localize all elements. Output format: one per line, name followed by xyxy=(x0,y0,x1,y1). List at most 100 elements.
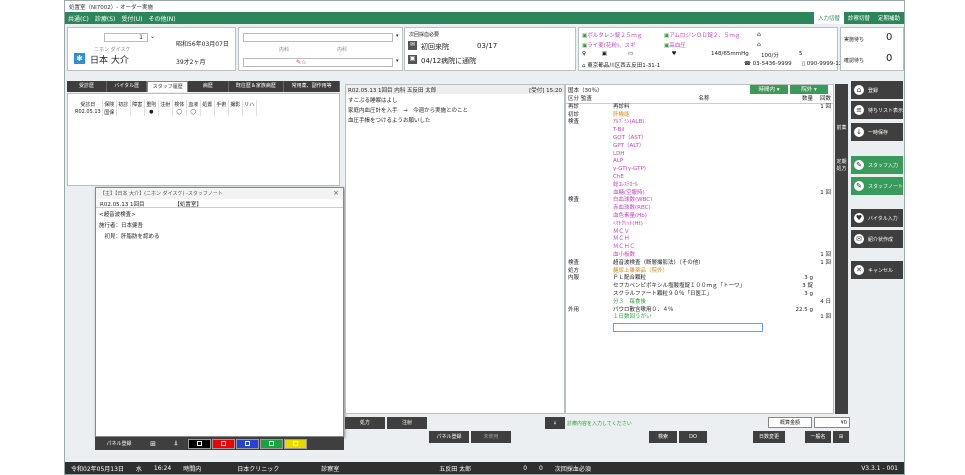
staff-note-titlebar: 【主】【日本 大介】(ニホン ダイスケ) -スタッフノート × xyxy=(96,188,343,199)
patient-kana: ニホン ダイスケ xyxy=(94,47,131,53)
table-row[interactable]: 血小板数 1 回 xyxy=(566,252,833,260)
order-input[interactable] xyxy=(613,323,763,333)
table-row[interactable]: 血色素量(Hb) xyxy=(566,213,833,221)
tab-staff-history[interactable]: スタッフ履歴 xyxy=(147,81,189,92)
patient-dob: 昭和56年03月07日 xyxy=(176,41,229,48)
karte-panel-register-button[interactable]: パネル登録 xyxy=(429,431,469,443)
table-row[interactable]: ﾍﾏﾄｸﾘｯﾄ(Ht) xyxy=(566,221,833,229)
table-row[interactable]: セフカペンピボキシル塩酸塩錠１００ｍｇ「トーワ」 3 錠 xyxy=(566,283,833,291)
table-row[interactable]: 外用 パウロ散含嗽用０．４％ 22.5 g xyxy=(566,307,833,315)
previous-meds-button[interactable]: 前薬 xyxy=(835,124,848,131)
do-button[interactable]: DO xyxy=(679,431,707,443)
chevron-down-icon[interactable]: ▾ xyxy=(396,58,399,64)
color-black-button[interactable] xyxy=(188,438,211,449)
staff-input-button[interactable]: ✎ スタッフ入力 xyxy=(851,156,903,174)
grid-icon[interactable]: ⊞ xyxy=(142,440,164,448)
support-button[interactable]: 定期補助 xyxy=(874,12,904,24)
table-row[interactable]: 総ｺﾚｽﾃﾛｰﾙ xyxy=(566,182,833,190)
vital-input-button[interactable]: ♥ バイタル入力 xyxy=(851,209,903,227)
table-row[interactable]: γ-GT(γ-GTP) xyxy=(566,166,833,174)
menu-exam[interactable]: 診療(S) xyxy=(95,14,116,23)
table-row[interactable]: 初診 肝機能 xyxy=(566,112,833,120)
table-row[interactable]: 内服 ＰＬ配合顆粒 3 g xyxy=(566,275,833,283)
table-row[interactable]: 再診 再診料 1 回 xyxy=(566,104,833,112)
estimate-button[interactable]: 概算金額 xyxy=(768,417,812,428)
search-button[interactable]: 検索 xyxy=(649,431,677,443)
register-button[interactable]: ⌂ 登録 xyxy=(851,81,903,99)
menu-other[interactable]: その他(N) xyxy=(148,14,175,23)
injection-button[interactable]: 注射 xyxy=(387,417,427,429)
table-row[interactable]: 処方 糖尿上乗薬品（院外） xyxy=(566,268,833,276)
table-row[interactable]: LDH xyxy=(566,151,833,159)
referral-letter-button[interactable]: ✉ 紹介状作成 xyxy=(851,230,903,248)
table-row[interactable]: ＭＣＶ xyxy=(566,229,833,237)
table-row[interactable]: GOT（AST） xyxy=(566,135,833,143)
table-row[interactable]: 分３ 毎食後 4 日 xyxy=(566,299,833,307)
gender-icon: ✱ xyxy=(74,53,85,64)
temp-save-button[interactable]: ↓ 一時保存 xyxy=(851,123,903,141)
person-icon[interactable]: ⍋ xyxy=(165,439,187,448)
window-title: 処置室（NI7002）- オーダー実施 xyxy=(65,1,904,12)
exam-switch-button[interactable]: 診察切替 xyxy=(844,12,874,24)
color-yellow-button[interactable] xyxy=(284,438,307,449)
table-row[interactable]: スクラルファート顆粒９０％「日医工」 3 g xyxy=(566,291,833,299)
time-select[interactable]: 時間内 ▾ xyxy=(750,85,788,94)
generic-name-button[interactable]: 一般名 xyxy=(805,431,831,443)
grid-icon[interactable]: ⊞ xyxy=(833,431,849,443)
confirm-count: 0 xyxy=(886,53,893,64)
tab-regular-meds[interactable]: 常用薬、副作用等 xyxy=(284,81,341,92)
tab-disease-history[interactable]: 病歴 xyxy=(188,81,229,92)
tab-visit-history[interactable]: 受診歴 xyxy=(67,81,108,92)
color-blue-button[interactable] xyxy=(236,438,259,449)
table-row[interactable]: ChE xyxy=(566,174,833,182)
regular-prescription-button[interactable]: 定期処方 xyxy=(835,159,848,173)
col-insurance: 保険 xyxy=(102,100,117,108)
department-select[interactable] xyxy=(243,33,393,42)
waiting-label: 実施待ち xyxy=(844,37,865,43)
chevron-down-icon[interactable]: ⌄ xyxy=(150,33,155,40)
table-row[interactable]: ＭＣＨＣ xyxy=(566,244,833,252)
staff-note-body[interactable]: <超音波検査> 施行者：日本健吾 初見：肝脂肪を認める xyxy=(96,208,343,245)
wait-list-button[interactable]: ≡ 待ちリスト表示 xyxy=(851,101,903,119)
tab-past-family-history[interactable]: 既往歴＆家族病歴 xyxy=(228,81,285,92)
color-red-button[interactable] xyxy=(212,438,235,449)
outside-select[interactable]: 院外 ▾ xyxy=(790,85,828,94)
status-next: 次回採血必須 xyxy=(554,465,591,473)
cancel-button[interactable]: ✕ キャンセル xyxy=(851,261,903,279)
person-icon[interactable]: ⍋ xyxy=(545,417,565,429)
table-row[interactable]: T-Bil xyxy=(566,127,833,135)
karte-text[interactable]: すこぶる睡眠はよし 家庭内血圧計を入手 → 今週から実施とのこと 血圧手帳をつけ… xyxy=(346,94,564,128)
col-rehab: リハ xyxy=(242,100,257,108)
tab-vital-history[interactable]: バイタル歴 xyxy=(107,81,148,92)
history-table-panel: 受診日 保険 初診 障害 重則 注射 検体 血液 処置 手術 撮影 リハ R02… xyxy=(67,93,340,186)
patient-number[interactable]: 1 xyxy=(104,33,148,42)
close-icon[interactable]: × xyxy=(333,189,339,197)
favorites-icon[interactable]: ✎☆ xyxy=(243,58,393,67)
days-change-button[interactable]: 日数変更 xyxy=(753,431,785,443)
table-row[interactable]: GPT（ALT） xyxy=(566,143,833,151)
status-weekday: 水 xyxy=(135,465,142,473)
panel-register-button[interactable]: パネル登録 xyxy=(97,440,141,447)
first-visit-label: 初回来院 xyxy=(421,43,449,51)
table-row[interactable]: １日数回うがい 1 回 xyxy=(566,314,833,322)
karte-header: R02.05.13 1回目 内科 五反田 太郎 [受付] 15:20 xyxy=(346,85,564,94)
chevron-down-icon[interactable]: ▾ xyxy=(396,33,399,39)
table-row[interactable]: 検査 白血球数(WBC) xyxy=(566,197,833,205)
next-visit-text: 04/12病院に通院 xyxy=(421,57,477,65)
table-row[interactable]: ＭＣＨ xyxy=(566,236,833,244)
table-row[interactable]: 検査 超音波検査（断層撮影法）（その他） 1 回 xyxy=(566,260,833,268)
table-row[interactable]: 検査 ｱﾙﾌﾞﾐﾝ(ALB) xyxy=(566,119,833,127)
table-row[interactable]: 赤血球数(RBC) xyxy=(566,205,833,213)
unused-button[interactable]: 未使用 xyxy=(471,431,511,443)
prescription-button[interactable]: 処方 xyxy=(345,417,385,429)
menu-reception[interactable]: 受付(U) xyxy=(121,14,142,23)
color-green-button[interactable] xyxy=(260,438,283,449)
table-row[interactable]: R02.05.13 国保 ● ◯ ◯ xyxy=(74,108,257,116)
register-icon: ⌂ xyxy=(854,85,864,95)
table-row[interactable]: 血糖(空腹時) 1 回 xyxy=(566,190,833,198)
menu-common[interactable]: 共通(C) xyxy=(68,14,89,23)
input-switch-button[interactable]: 入力切替 xyxy=(813,12,844,24)
staff-note-button[interactable]: ✎ スタッフノート xyxy=(851,177,903,195)
table-row[interactable]: ALP xyxy=(566,158,833,166)
insurance-ratio: 国本（30％） xyxy=(568,88,603,94)
